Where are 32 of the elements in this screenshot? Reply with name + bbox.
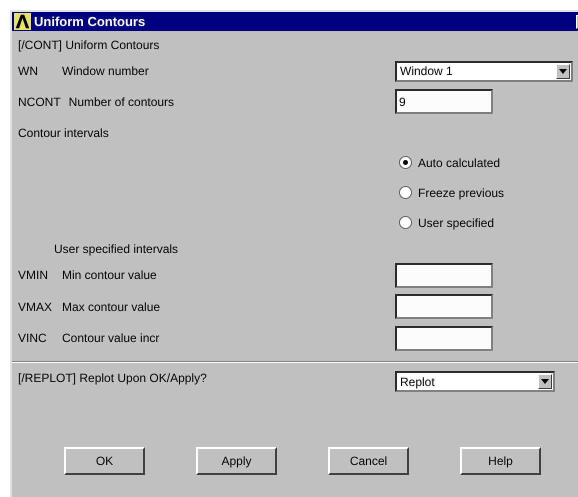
section-label: User specified intervals	[54, 242, 178, 256]
field-label: Contour value incr	[62, 331, 160, 346]
field-code: VMAX	[18, 300, 54, 314]
input-field[interactable]	[395, 326, 493, 351]
radio-option[interactable]: User specified	[399, 216, 494, 230]
radio-button[interactable]	[399, 216, 412, 229]
field-label: Number of contours	[68, 94, 174, 109]
field-code: VINC	[18, 331, 48, 346]
radio-button[interactable]	[399, 156, 412, 169]
dialog-heading: [/CONT] Uniform Contours	[18, 37, 160, 54]
dropdown[interactable]: Replot	[395, 371, 555, 392]
field-label: Min contour value	[62, 268, 157, 282]
field-code: VMIN	[18, 268, 49, 282]
logo-icon	[14, 13, 31, 30]
dialog-button[interactable]: OK	[64, 447, 145, 475]
input-field[interactable]: 9	[395, 89, 493, 114]
radio-button[interactable]	[399, 186, 412, 199]
field-label: Window number	[62, 64, 149, 78]
radio-option[interactable]: Auto calculated	[399, 156, 500, 170]
field-label: [/REPLOT] Replot Upon OK/Apply?	[18, 371, 207, 385]
field-label: Max contour value	[62, 300, 160, 314]
input-field[interactable]	[395, 294, 493, 320]
input-field[interactable]	[395, 262, 493, 288]
field-code: NCONT	[18, 94, 61, 109]
dialog-button[interactable]: Help	[460, 447, 541, 475]
dialog-button[interactable]: Apply	[196, 447, 277, 475]
dropdown[interactable]: Window 1	[395, 60, 573, 82]
field-code: WN	[18, 64, 39, 78]
radio-option[interactable]: Freeze previous	[399, 186, 504, 200]
dialog-button[interactable]: Cancel	[328, 447, 409, 475]
window-title: Uniform Contours	[34, 14, 146, 29]
section-label: Contour intervals	[18, 126, 109, 140]
